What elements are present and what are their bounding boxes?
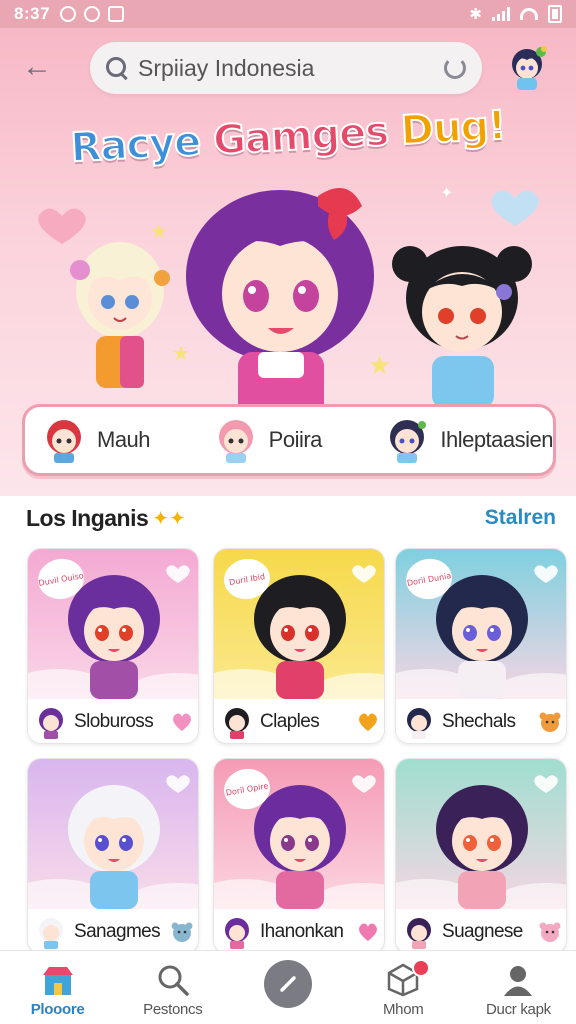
- character-chip-ihleptaasien[interactable]: Ihleptaasien: [368, 415, 553, 465]
- battery-icon: [548, 5, 562, 23]
- game-card-footer: Suagnese: [396, 909, 566, 953]
- star-icon: ★: [150, 221, 168, 243]
- section-title: Los Inganis: [26, 504, 149, 531]
- nav-item-search[interactable]: Pestoncs: [115, 951, 230, 1024]
- search-icon[interactable]: [106, 57, 128, 79]
- game-card-avatar: [39, 708, 63, 739]
- status-time: 8:37: [14, 4, 51, 23]
- notification-badge: [411, 959, 430, 977]
- game-card-avatar: [407, 708, 431, 739]
- cat-icon[interactable]: [170, 920, 194, 944]
- heart-icon[interactable]: [356, 710, 380, 734]
- nav-item-profile[interactable]: Ducr kapk: [461, 951, 576, 1024]
- hero-title: Racye Gamges Dug!: [0, 99, 576, 175]
- character-avatar: [218, 420, 253, 463]
- pig-icon[interactable]: [538, 920, 562, 944]
- game-card-title: Shechals: [442, 711, 516, 732]
- hero-characters-illustration: ★ ★ ★ ★ ✦: [38, 185, 539, 424]
- game-card[interactable]: Duvil Ouiso Slobuross: [27, 548, 199, 744]
- game-card[interactable]: Doril Dunia Shechals: [395, 548, 567, 744]
- game-card-footer: Ihanonkan: [214, 909, 384, 953]
- character-selector: Mauh Poiira Ihleptaasien: [22, 404, 556, 476]
- bear-icon[interactable]: [538, 710, 562, 734]
- nav-label: Plooore: [30, 1001, 85, 1018]
- search-input[interactable]: [138, 54, 444, 82]
- character-purple-hair: [186, 188, 374, 424]
- game-card-footer: Shechals: [396, 699, 566, 743]
- nav-label: Pestoncs: [143, 1001, 203, 1018]
- see-all-link[interactable]: Stalren: [485, 506, 556, 530]
- game-card-title: Claples: [260, 711, 320, 732]
- section-header: Los Inganis ✦✦ Stalren: [26, 502, 556, 534]
- nav-item-inbox[interactable]: Mhom: [346, 951, 461, 1024]
- search-icon: [158, 965, 189, 996]
- hero-title-part: Gamges: [211, 108, 403, 165]
- status-bar: 8:37 ✱: [0, 0, 576, 28]
- game-card-title: Slobuross: [74, 711, 154, 732]
- character-avatar: [47, 420, 81, 463]
- status-notification-icons: [60, 6, 125, 22]
- game-card-avatar: [225, 708, 249, 739]
- star-icon: ★: [172, 343, 190, 365]
- game-card-footer: Sanagmes: [28, 909, 198, 953]
- heart-icon: [491, 190, 539, 226]
- record-icon: [84, 6, 101, 22]
- game-card-avatar: [407, 918, 431, 949]
- game-card-title: Sanagmes: [74, 921, 161, 942]
- game-card-artwork: [396, 759, 566, 909]
- heart-icon: [38, 208, 86, 244]
- hero-title-part: Dug!: [399, 102, 508, 155]
- profile-icon: [504, 966, 533, 996]
- game-card-artwork: [28, 759, 198, 909]
- edit-icon: [280, 976, 296, 992]
- bluetooth-icon: ✱: [469, 6, 482, 23]
- game-card[interactable]: Duril Ibid Claples: [213, 548, 385, 744]
- refresh-icon[interactable]: [444, 57, 466, 79]
- sync-icon: [60, 6, 77, 22]
- wifi-icon: [520, 8, 538, 20]
- app-notification-icon: [108, 6, 125, 22]
- star-icon: ★: [368, 350, 391, 380]
- game-card[interactable]: Suagnese: [395, 758, 567, 954]
- game-card[interactable]: Sanagmes: [27, 758, 199, 954]
- character-chip-label: Mauh: [97, 427, 151, 452]
- signal-icon: [492, 7, 510, 21]
- game-card-avatar: [39, 918, 63, 949]
- nav-label: Ducr kapk: [486, 1001, 551, 1018]
- star-icon: ✦: [440, 185, 453, 202]
- character-chip-label: Poiira: [268, 427, 323, 452]
- game-card-title: Suagnese: [442, 921, 523, 942]
- character-blonde: [70, 242, 170, 388]
- status-system-icons: ✱: [469, 5, 562, 23]
- nav-item-create[interactable]: [230, 951, 345, 1024]
- hero-title-part: Racye: [68, 117, 215, 173]
- nav-label: Mhom: [382, 1001, 424, 1018]
- profile-avatar[interactable]: [502, 40, 552, 94]
- bottom-navigation: Plooore Pestoncs Mhom Ducr kapk: [0, 950, 576, 1024]
- character-chip-mauh[interactable]: Mauh: [25, 415, 197, 465]
- sparkle-icon: ✦✦: [152, 507, 186, 530]
- nav-item-explore[interactable]: Plooore: [0, 951, 115, 1024]
- game-card-footer: Claples: [214, 699, 384, 743]
- game-card-footer: Slobuross: [28, 699, 198, 743]
- character-avatar: [390, 420, 427, 463]
- character-chip-poiira[interactable]: Poiira: [197, 415, 369, 465]
- character-black-hair: [392, 246, 532, 408]
- heart-icon[interactable]: [356, 920, 380, 944]
- shop-icon: [42, 967, 73, 995]
- hero-banner: ← Racye Gamges Dug! ★ ★ ★ ★ ✦: [0, 28, 576, 496]
- game-card[interactable]: Doril Opire Ihanonkan: [213, 758, 385, 954]
- edit-button[interactable]: [264, 960, 312, 1008]
- heart-icon[interactable]: [170, 710, 194, 734]
- game-card-avatar: [225, 918, 249, 949]
- back-arrow-icon[interactable]: ←: [20, 52, 54, 86]
- game-card-title: Ihanonkan: [260, 921, 344, 942]
- search-bar[interactable]: [90, 42, 482, 94]
- character-chip-label: Ihleptaasien: [440, 427, 553, 452]
